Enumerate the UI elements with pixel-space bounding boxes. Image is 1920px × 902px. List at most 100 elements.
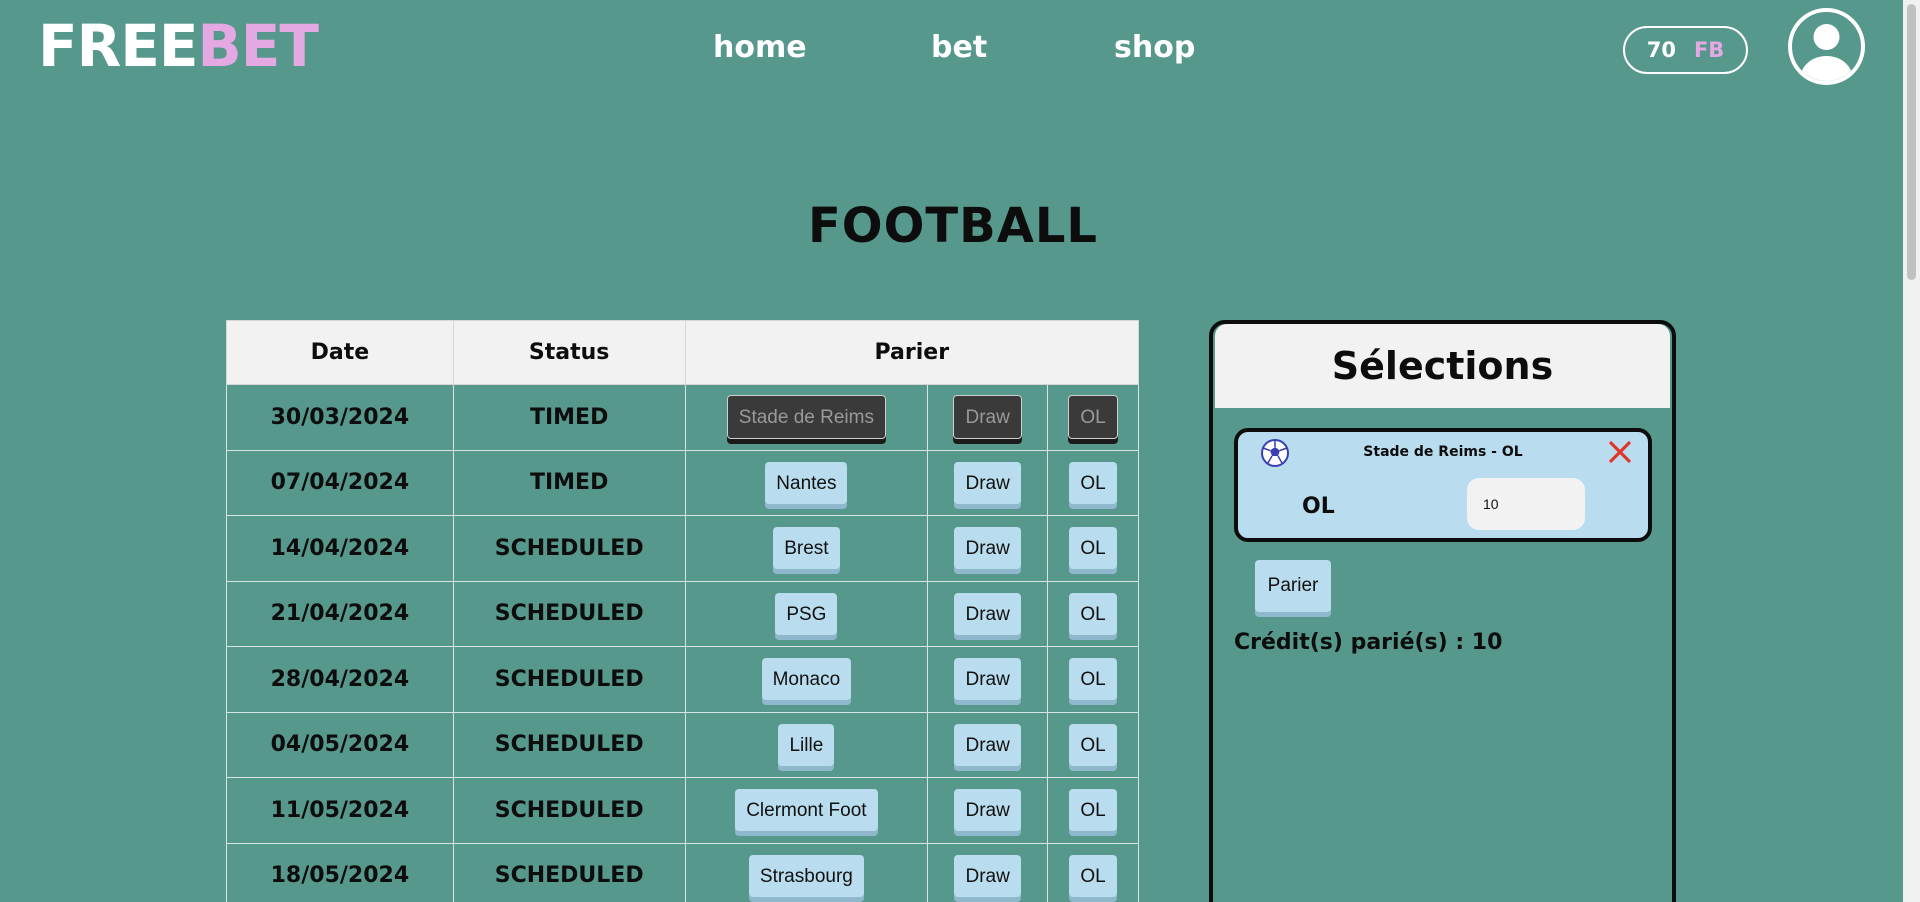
match-date: 30/03/2024 [226, 384, 454, 451]
bet-home-button[interactable]: Stade de Reims [726, 395, 886, 440]
bet-draw-button[interactable]: Draw [953, 395, 1022, 440]
matches-table-body: 30/03/2024 TIMED Stade de Reims Draw OL 07/04… [226, 384, 1139, 902]
match-date: 21/04/2024 [226, 580, 454, 647]
away-bet-cell: OL [1047, 777, 1139, 844]
bet-away-button[interactable]: OL [1069, 592, 1117, 635]
home-bet-cell: Monaco [684, 646, 929, 713]
selections-panel: Sélections Stade de Reims - OL OL Parier… [1209, 320, 1676, 902]
selection-pick: OL [1302, 494, 1335, 519]
credits-unit: FB [1693, 38, 1725, 62]
credit-total-text: Crédit(s) parié(s) : 10 [1234, 630, 1503, 655]
bet-draw-button[interactable]: Draw [954, 527, 1021, 570]
match-status: SCHEDULED [452, 711, 686, 778]
scrollbar-thumb[interactable] [1907, 4, 1916, 280]
column-header-status: Status [452, 320, 686, 385]
bet-home-button[interactable]: Strasbourg [748, 854, 864, 897]
matches-table: Date Status Parier 30/03/2024 TIMED Stade … [226, 320, 1140, 902]
table-row: 07/04/2024 TIMED Nantes Draw OL [226, 449, 1139, 516]
bet-home-button[interactable]: Clermont Foot [735, 789, 878, 832]
match-date: 28/04/2024 [226, 646, 454, 713]
draw-bet-cell: Draw [927, 384, 1049, 451]
match-date: 04/05/2024 [226, 711, 454, 778]
draw-bet-cell: Draw [927, 842, 1049, 902]
user-avatar-icon[interactable] [1788, 8, 1865, 85]
place-bet-button[interactable]: Parier [1255, 560, 1331, 612]
column-header-parier: Parier [684, 320, 1140, 385]
away-bet-cell: OL [1047, 711, 1139, 778]
bet-home-button[interactable]: Lille [778, 723, 835, 766]
bet-away-button[interactable]: OL [1068, 395, 1118, 440]
match-date: 07/04/2024 [226, 449, 454, 516]
nav-bet-link[interactable]: bet [931, 28, 987, 68]
page-title: FOOTBALL [807, 198, 1099, 254]
bet-away-button[interactable]: OL [1069, 723, 1117, 766]
away-bet-cell: OL [1047, 580, 1139, 647]
bet-home-button[interactable]: PSG [775, 592, 838, 635]
column-header-date: Date [226, 320, 454, 385]
table-row: 21/04/2024 SCHEDULED PSG Draw OL [226, 580, 1139, 647]
draw-bet-cell: Draw [927, 777, 1049, 844]
selection-item: Stade de Reims - OL OL [1234, 428, 1652, 542]
match-status: SCHEDULED [452, 777, 686, 844]
home-bet-cell: PSG [684, 580, 929, 647]
nav-home-link[interactable]: home [713, 28, 807, 68]
selection-match-name: Stade de Reims - OL [1363, 444, 1523, 460]
credits-balance: 70 FB [1623, 26, 1748, 74]
draw-bet-cell: Draw [927, 449, 1049, 516]
bet-draw-button[interactable]: Draw [954, 789, 1021, 832]
close-icon[interactable] [1608, 440, 1632, 464]
bet-away-button[interactable]: OL [1069, 789, 1117, 832]
freebet-logo[interactable]: FREEBET [38, 12, 319, 80]
logo-free-text: FREE [38, 12, 199, 80]
match-date: 14/04/2024 [226, 515, 454, 582]
away-bet-cell: OL [1047, 646, 1139, 713]
match-status: TIMED [452, 384, 686, 451]
match-status: SCHEDULED [452, 842, 686, 902]
draw-bet-cell: Draw [927, 711, 1049, 778]
bet-away-button[interactable]: OL [1069, 527, 1117, 570]
nav-shop-link[interactable]: shop [1114, 28, 1195, 68]
credits-amount: 70 [1646, 38, 1676, 62]
table-row: 18/05/2024 SCHEDULED Strasbourg Draw OL [226, 842, 1139, 902]
home-bet-cell: Stade de Reims [684, 384, 929, 451]
away-bet-cell: OL [1047, 515, 1139, 582]
bet-draw-button[interactable]: Draw [954, 461, 1021, 504]
bet-away-button[interactable]: OL [1069, 658, 1117, 701]
match-status: SCHEDULED [452, 515, 686, 582]
home-bet-cell: Nantes [684, 449, 929, 516]
match-status: TIMED [452, 449, 686, 516]
match-date: 18/05/2024 [226, 842, 454, 902]
bet-away-button[interactable]: OL [1069, 854, 1117, 897]
table-row: 28/04/2024 SCHEDULED Monaco Draw OL [226, 646, 1139, 713]
draw-bet-cell: Draw [927, 515, 1049, 582]
match-status: SCHEDULED [452, 580, 686, 647]
bet-draw-button[interactable]: Draw [954, 723, 1021, 766]
table-row: 30/03/2024 TIMED Stade de Reims Draw OL [226, 384, 1139, 451]
selections-title: Sélections [1215, 324, 1670, 408]
bet-amount-input[interactable] [1467, 478, 1585, 530]
bet-home-button[interactable]: Brest [773, 527, 840, 570]
match-status: SCHEDULED [452, 646, 686, 713]
away-bet-cell: OL [1047, 842, 1139, 902]
home-bet-cell: Strasbourg [684, 842, 929, 902]
bet-home-button[interactable]: Monaco [761, 658, 852, 701]
table-header-row: Date Status Parier [226, 320, 1140, 385]
match-date: 11/05/2024 [226, 777, 454, 844]
bet-draw-button[interactable]: Draw [954, 658, 1021, 701]
draw-bet-cell: Draw [927, 580, 1049, 647]
table-row: 14/04/2024 SCHEDULED Brest Draw OL [226, 515, 1139, 582]
bet-home-button[interactable]: Nantes [765, 461, 848, 504]
table-row: 04/05/2024 SCHEDULED Lille Draw OL [226, 711, 1139, 778]
home-bet-cell: Brest [684, 515, 929, 582]
draw-bet-cell: Draw [927, 646, 1049, 713]
away-bet-cell: OL [1047, 384, 1139, 451]
away-bet-cell: OL [1047, 449, 1139, 516]
page-scrollbar[interactable] [1903, 0, 1920, 902]
home-bet-cell: Clermont Foot [684, 777, 929, 844]
bet-draw-button[interactable]: Draw [954, 854, 1021, 897]
bet-draw-button[interactable]: Draw [954, 592, 1021, 635]
logo-bet-text: BET [197, 12, 319, 80]
table-row: 11/05/2024 SCHEDULED Clermont Foot Draw OL [226, 777, 1139, 844]
home-bet-cell: Lille [684, 711, 929, 778]
bet-away-button[interactable]: OL [1069, 461, 1117, 504]
